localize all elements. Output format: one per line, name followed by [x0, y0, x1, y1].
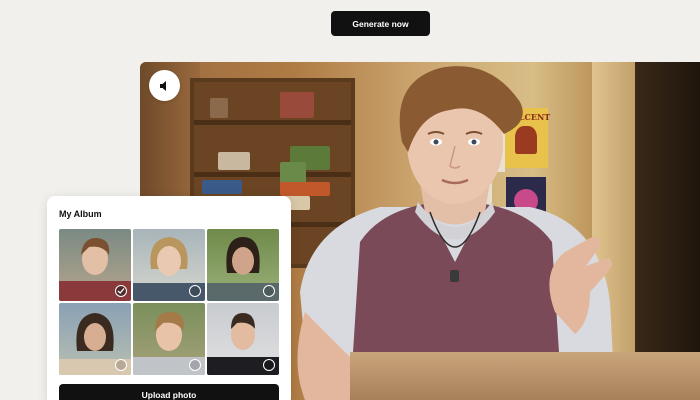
generate-now-button[interactable]: Generate now: [331, 11, 430, 36]
doorway: [635, 62, 700, 400]
mute-toggle-button[interactable]: [149, 70, 180, 101]
album-photo[interactable]: [207, 303, 279, 375]
select-circle-icon[interactable]: [189, 359, 201, 371]
selected-check-icon[interactable]: [115, 285, 127, 297]
shelf-box: [202, 180, 242, 194]
album-photo[interactable]: [133, 229, 205, 301]
album-photo[interactable]: [133, 303, 205, 375]
wooden-table: [350, 352, 700, 400]
presenter: [297, 66, 615, 400]
album-panel: My Album Upload photo: [47, 196, 291, 400]
select-circle-icon[interactable]: [263, 285, 275, 297]
shelf-ornament: [218, 152, 250, 170]
album-photo[interactable]: [207, 229, 279, 301]
album-photo[interactable]: [59, 303, 131, 375]
album-photo[interactable]: [59, 229, 131, 301]
album-title: My Album: [59, 209, 102, 219]
shelf-ornament: [210, 98, 228, 118]
upload-photo-button[interactable]: Upload photo: [59, 384, 279, 400]
select-circle-icon[interactable]: [189, 285, 201, 297]
speaker-muted-icon: [159, 80, 166, 91]
select-circle-icon[interactable]: [263, 359, 275, 371]
select-circle-icon[interactable]: [115, 359, 127, 371]
